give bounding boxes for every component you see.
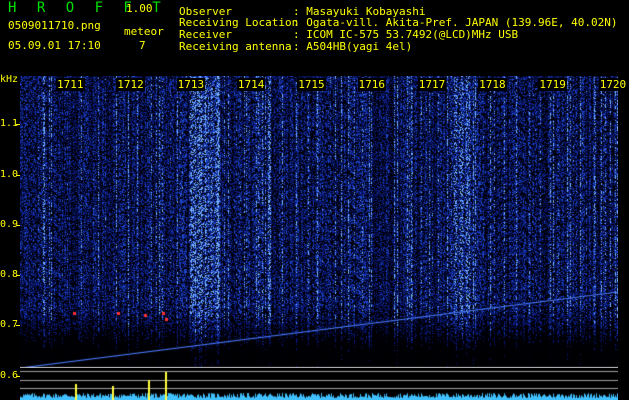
khz-unit-label: kHz (0, 74, 19, 85)
y-tick-mark (16, 275, 20, 276)
y-tick-mark (16, 175, 20, 176)
time-label: 1711 (56, 78, 85, 91)
y-tick-mark (16, 376, 20, 377)
antenna-value: : A504HB(yagi 4el) (293, 40, 413, 53)
signal-strength-trace (20, 368, 618, 400)
time-label: 1717 (417, 78, 447, 91)
time-label: 1714 (236, 78, 266, 91)
time-label: 1720 (598, 78, 628, 91)
time-label: 1719 (538, 78, 567, 91)
time-label: 1718 (478, 78, 507, 91)
y-tick-mark (16, 124, 20, 125)
y-tick-mark (16, 325, 20, 326)
meteor-count: 7 (139, 39, 146, 52)
time-label: 1716 (357, 78, 386, 91)
spectrogram (20, 76, 618, 368)
meteor-label: meteor (124, 25, 164, 38)
time-label: 1712 (116, 78, 145, 91)
antenna-label: Receiving antenna (179, 40, 292, 53)
time-label: 1713 (176, 78, 206, 91)
datetime-label: 05.09.01 17:10 (8, 39, 101, 52)
filename-label: 0509011710.png (8, 19, 101, 32)
time-label: 1715 (297, 78, 326, 91)
app-version: 1.00 (126, 2, 153, 15)
y-tick-mark (16, 225, 20, 226)
